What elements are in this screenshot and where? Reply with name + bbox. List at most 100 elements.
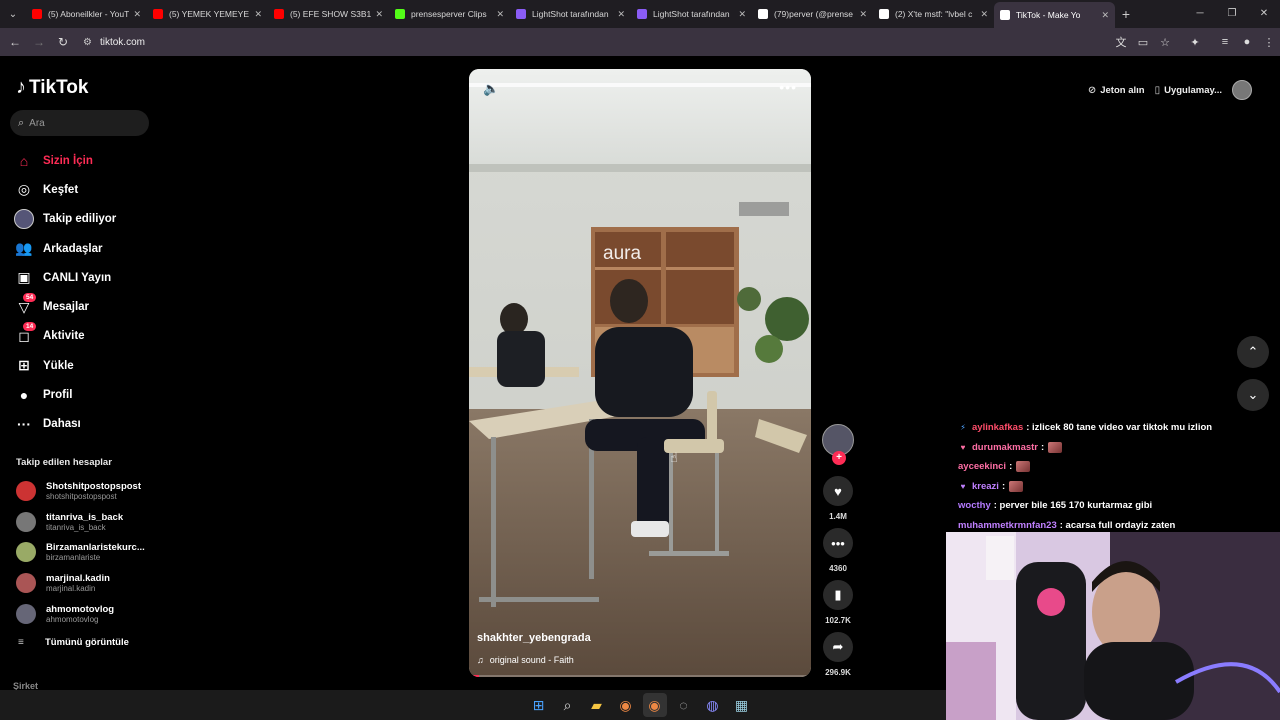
reload-icon[interactable]: ↻ [51,35,75,49]
site-info-icon[interactable]: ⚙ [83,37,92,48]
upload-icon: ⊞ [18,357,30,374]
video-author[interactable]: shakhter_yebengrada [477,632,591,644]
browser-tab[interactable]: (2) X'te mstf: "lvbel c ✕ [873,3,994,25]
follow-plus-icon[interactable]: + [832,451,846,465]
next-video-button[interactable]: ⌄ [1237,379,1269,411]
get-coins-button[interactable]: ⊘ Jeton alın [1088,78,1145,102]
tab-close-icon[interactable]: ✕ [496,9,504,20]
browser-tab[interactable]: prensesperver Clips ✕ [389,3,510,25]
video-sound[interactable]: ♫ original sound - Faith [477,655,574,665]
tab-close-icon[interactable]: ✕ [133,9,141,20]
tab-close-icon[interactable]: ✕ [859,9,867,20]
creator-avatar[interactable]: + [822,424,854,465]
discord-icon[interactable]: ◍ [701,693,725,717]
following-account[interactable]: marjinal.kadin marjinal.kadin [16,568,156,599]
chat-username: wocthy [958,500,991,512]
following-avatar [14,209,34,230]
search-icon: ⌕ [18,116,25,129]
translate-icon[interactable]: 文 [1110,34,1132,50]
following-account[interactable]: Birzamanlaristekurc... birzamanlariste [16,537,156,568]
chrome-icon[interactable]: ◉ [614,693,638,717]
tiktok-logo[interactable]: ♪ TikTok [16,76,88,99]
tab-close-icon[interactable]: ✕ [375,9,383,20]
new-tab-icon[interactable]: + [1115,6,1137,22]
close-window-icon[interactable]: ✕ [1248,0,1280,28]
browser-tab[interactable]: LightShot tarafından ✕ [510,3,631,25]
nav-item-label: Aktivite [43,330,85,343]
browser-tab[interactable]: TikTok - Make Yo ✕ [994,2,1115,28]
calculator-icon[interactable]: ▦ [730,693,754,717]
user-avatar[interactable] [1232,80,1252,100]
bookmark-icon[interactable]: ▮ [823,580,853,610]
account-handle: shotshitpostopspost [46,492,117,502]
file-explorer-icon[interactable]: ▰ [585,693,609,717]
tab-close-icon[interactable]: ✕ [1101,10,1109,21]
more-options-icon[interactable]: ••• [779,79,797,95]
save-action[interactable]: ▮ 102.7K [822,580,854,625]
nav-item[interactable]: ● Profil [14,380,160,409]
nav-item[interactable]: ▽ 54 Mesajlar [14,292,160,321]
browser-tab[interactable]: (5) YEMEK YEMEYE O ✕ [147,3,268,25]
account-name: Shotshitpostopspost [46,481,141,493]
chrome-active-icon[interactable]: ◉ [642,693,667,717]
nav-item[interactable]: 👥 Arkadaşlar [14,234,160,263]
back-icon[interactable]: ← [3,35,27,49]
account-avatar [16,542,36,563]
maximize-icon[interactable]: ❐ [1216,0,1248,28]
following-account[interactable]: titanriva_is_back titanriva_is_back [16,507,156,538]
nav-item[interactable]: ··· Dahası [14,410,160,439]
nav-item[interactable]: ◎ Keşfet [14,175,160,204]
live-icon: ▣ [17,269,31,286]
search-input[interactable]: ⌕ Ara [10,110,149,136]
tab-search-icon[interactable]: ⌄ [0,0,26,28]
url-field[interactable]: ⚙ tiktok.com [83,31,1083,53]
share-icon[interactable]: ➦ [823,632,853,662]
chat-username: ayceekinci [958,461,1007,473]
windows-start-icon[interactable]: ⊞ [527,693,551,717]
comment-icon[interactable]: ••• [823,528,853,558]
video-progress-bar[interactable] [469,675,811,677]
bookmark-star-icon[interactable]: ☆ [1154,36,1176,49]
chat-text: : [1009,461,1013,473]
get-app-button[interactable]: ▯ Uygulamay... [1155,78,1222,102]
video-player[interactable]: 🔈 ••• aura shakhter_yebengrada ♫ origina… [469,69,811,677]
browser-tab[interactable]: (79)perver (@prense ✕ [752,3,873,25]
app-icon[interactable]: ◌ [672,693,696,717]
chat-text: : acarsa full ordayiz zaten [1059,519,1176,531]
chat-text: : izlicek 80 tane video var tiktok mu iz… [1026,422,1213,434]
volume-icon[interactable]: 🔈 [483,81,499,97]
nav-item[interactable]: ⌂ Sizin İçin [14,146,160,175]
share-action[interactable]: ➦ 296.9K [822,632,854,677]
browser-tab[interactable]: LightShot tarafından ✕ [631,3,752,25]
search-taskbar-icon[interactable]: ⌕ [556,693,580,717]
nav-item[interactable]: ⊞ Yükle [14,351,160,380]
see-all-button[interactable]: ≡ Tümünü görüntüle [18,637,129,648]
following-list: Shotshitpostopspost shotshitpostopspost ti… [16,476,156,629]
company-link[interactable]: Şirket [13,681,38,690]
home-icon: ⌂ [19,152,29,169]
minimize-icon[interactable]: ─ [1184,0,1216,28]
following-account[interactable]: ahmomotovlog ahmomotovlog [16,598,156,629]
nav-item[interactable]: ◻ 14 Aktivite [14,322,160,351]
comment-action[interactable]: ••• 4360 [822,528,854,573]
like-action[interactable]: ♥ 1.4M [822,476,854,521]
tab-close-icon[interactable]: ✕ [738,9,746,20]
browser-menu-icon[interactable]: ⋮ [1258,36,1280,49]
tab-close-icon[interactable]: ✕ [617,9,625,20]
heart-icon[interactable]: ♥ [823,476,853,506]
profile-avatar-icon[interactable]: ● [1236,36,1258,48]
browser-tab[interactable]: (5) Aboneilkler - YouT ✕ [26,3,147,25]
nav-item[interactable]: Takip ediliyor [14,205,160,234]
browser-tab[interactable]: (5) EFE SHOW S3B19 ✕ [268,3,389,25]
cast-icon[interactable]: ▭ [1132,36,1154,49]
forward-icon[interactable]: → [27,35,51,49]
previous-video-button[interactable]: ⌃ [1237,336,1269,368]
account-handle: marjinal.kadin [46,584,96,594]
tab-close-icon[interactable]: ✕ [980,9,988,20]
tab-close-icon[interactable]: ✕ [254,9,262,20]
chevron-down-icon: ⌄ [1247,387,1259,402]
following-account[interactable]: Shotshitpostopspost shotshitpostopspost [16,476,156,507]
extensions-icon[interactable]: ✦ [1184,36,1206,49]
reading-list-icon[interactable]: ≡ [1214,36,1236,48]
nav-item[interactable]: ▣ CANLI Yayın [14,263,160,292]
